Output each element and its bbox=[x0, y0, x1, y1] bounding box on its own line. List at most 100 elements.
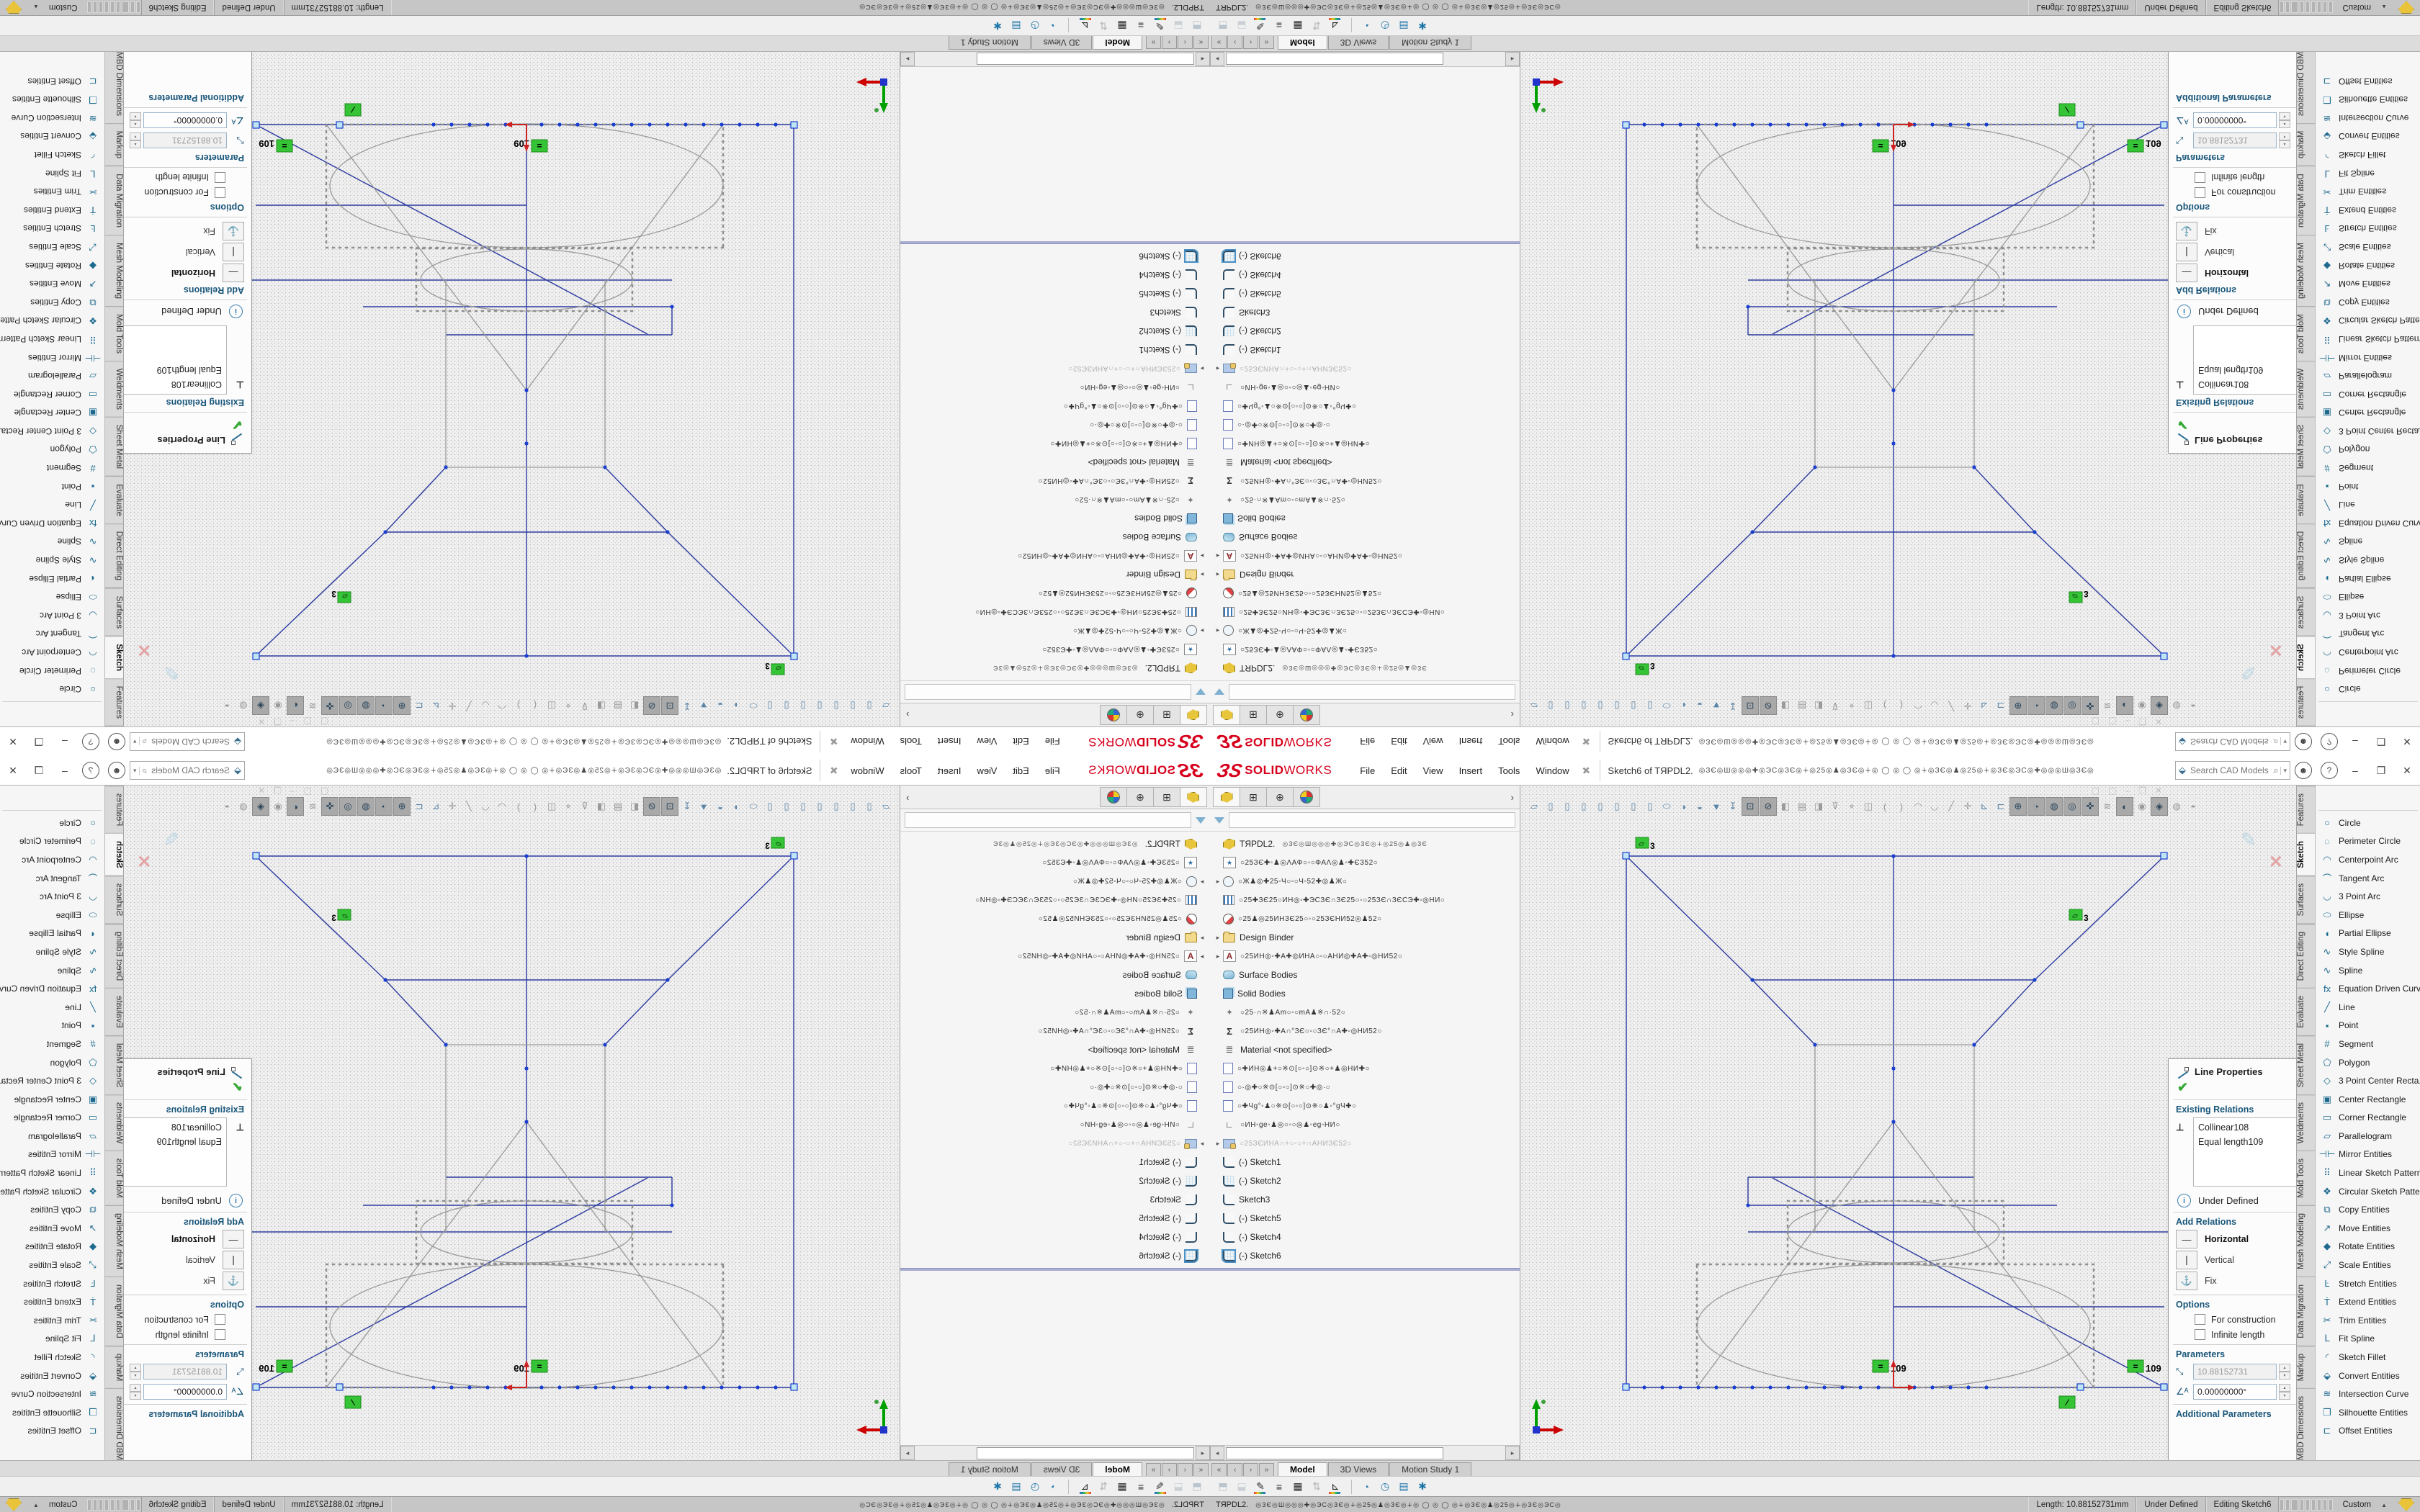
tool-polygon[interactable]: ⬠Polygon bbox=[0, 1053, 104, 1072]
toolbar-icon[interactable]: ⊾ bbox=[428, 798, 444, 815]
toolbar-icon[interactable]: ⊡ bbox=[1742, 696, 1759, 715]
toolbar-icon[interactable]: ▯ bbox=[1559, 697, 1575, 714]
tool-point[interactable]: ▪Point bbox=[2316, 1017, 2420, 1035]
toolbar-icon[interactable]: ╱ bbox=[1943, 697, 1959, 714]
command-tab-surfaces[interactable]: Surfaces bbox=[2297, 588, 2316, 636]
menu-tools[interactable]: Tools bbox=[892, 734, 930, 750]
tree-item[interactable]: ∟○ИН◦gе◦♟◎○◦○◎♟◦еg◦НИ○ bbox=[1210, 1115, 1520, 1134]
featuremanager-design-tree-tab[interactable] bbox=[1213, 705, 1240, 725]
tool-extend-entities[interactable]: ṪExtend Entities bbox=[2316, 201, 2420, 220]
checkbox-for-construction[interactable] bbox=[2195, 187, 2205, 198]
status-gem-icon[interactable] bbox=[6, 1, 22, 14]
tool-silhouette-entities[interactable]: ❒Silhouette Entities bbox=[2316, 90, 2420, 109]
tree-item[interactable]: (-) Sketch4 bbox=[1210, 266, 1520, 284]
tree-splitter[interactable] bbox=[1210, 1268, 1520, 1271]
tool-polygon[interactable]: ⬠Polygon bbox=[2316, 441, 2420, 459]
toolbar-icon[interactable]: ⊾ bbox=[1976, 697, 1992, 714]
toolbar-icon[interactable]: ⊕ bbox=[393, 696, 411, 715]
toolbar-icon[interactable]: ( bbox=[1877, 697, 1893, 714]
pin-icon[interactable]: ✚ bbox=[1579, 734, 1593, 750]
expand-arrow-icon[interactable]: ▸ bbox=[1213, 934, 1223, 942]
fm-expand-chevron-icon[interactable]: › bbox=[906, 792, 909, 803]
command-tab-data-migration[interactable]: Data Migration bbox=[104, 166, 123, 235]
command-tab-mold-tools[interactable]: Mold Tools bbox=[104, 306, 123, 361]
bottom-toolbar-icon[interactable]: ≡ bbox=[1132, 1479, 1150, 1495]
tool-offset-entities[interactable]: ⊏Offset Entities bbox=[0, 1422, 104, 1441]
tree-item[interactable]: ✦○25·∩※♟Am○◦○mA♟※∩·52○ bbox=[1210, 1003, 1520, 1022]
tree-splitter[interactable] bbox=[900, 1268, 1210, 1271]
bottom-toolbar-icon[interactable]: ◷ bbox=[1376, 1479, 1394, 1495]
spin-down-icon[interactable]: ▾ bbox=[2279, 1392, 2290, 1400]
bottom-toolbar-icon[interactable]: ⊾ bbox=[1327, 18, 1344, 34]
additional-parameters-header[interactable]: Additional Parameters ⌄ bbox=[2176, 1409, 2296, 1419]
toolbar-icon[interactable]: ↧ bbox=[1725, 697, 1741, 714]
search-input[interactable] bbox=[147, 765, 231, 776]
confirmation-corner-sketch-icon[interactable]: ✎ bbox=[163, 661, 179, 683]
parameter-input[interactable]: 10.88152731 bbox=[143, 132, 227, 148]
tool-spline[interactable]: ∿Spline bbox=[0, 533, 104, 552]
tree-filter-input[interactable] bbox=[1229, 812, 1515, 828]
bottom-toolbar-icon[interactable]: ◷ bbox=[1026, 18, 1044, 34]
tool-stretch-entities[interactable]: ĿStretch Entities bbox=[0, 1274, 104, 1293]
toolbar-icon[interactable]: ▤ bbox=[610, 798, 626, 815]
tool-partial-ellipse[interactable]: ◖Partial Ellipse bbox=[2316, 570, 2420, 588]
tool-parallelogram[interactable]: ▱Parallelogram bbox=[0, 1127, 104, 1146]
user-account-button[interactable]: ☻ bbox=[2295, 733, 2312, 750]
tree-item[interactable]: ≣Material <not specified> bbox=[900, 1040, 1210, 1059]
scroll-left-icon[interactable]: ◂ bbox=[1210, 52, 1224, 66]
parameter-input[interactable]: 10.88152731 bbox=[2193, 132, 2277, 148]
toolbar-icon[interactable]: ▱ bbox=[878, 697, 894, 714]
tab-nav-button[interactable]: « bbox=[1211, 35, 1227, 49]
tree-item[interactable]: Σ○25ИН◎◦✚Α∩°ЗЄ○◦○ЗЄ°∩Α✚◦◎НИ52○ bbox=[900, 1022, 1210, 1040]
toolbar-icon[interactable]: ⌖ bbox=[560, 798, 576, 815]
tree-item[interactable]: ★○25ЗЄ✚◦♟◎ΛΑΦ○◦○ΦΑΛ◎♟◦✚ЄЗ52○ bbox=[1210, 853, 1520, 872]
tool-corner-rectangle[interactable]: ▭Corner Rectangle bbox=[2316, 1109, 2420, 1128]
checkbox-infinite-length[interactable] bbox=[215, 172, 225, 183]
tree-item[interactable]: ○✚ИН◎♟+○※⊙[○◦○]⊙※○+♟◎НИ✚○ bbox=[900, 1059, 1210, 1078]
toolbar-icon[interactable]: ▼ bbox=[1708, 798, 1724, 815]
menu-edit[interactable]: Edit bbox=[1383, 762, 1415, 779]
tool-move-entities[interactable]: ↗Move Entities bbox=[2316, 274, 2420, 293]
tool-copy-entities[interactable]: ⧉Copy Entities bbox=[0, 1200, 104, 1219]
command-tab-direct-editing[interactable]: Direct Editing bbox=[2297, 523, 2316, 588]
tree-item[interactable]: Solid Bodies bbox=[900, 509, 1210, 528]
bottom-toolbar-icon[interactable]: ⇅ bbox=[1308, 18, 1325, 34]
property-manager-tab[interactable]: ⊕ bbox=[1126, 705, 1154, 725]
toolbar-icon[interactable]: ◧ bbox=[627, 697, 642, 714]
parameter-spinner[interactable]: ▴▾ bbox=[130, 112, 141, 128]
status-gem-icon[interactable] bbox=[6, 1498, 22, 1511]
help-button[interactable]: ? bbox=[2321, 762, 2338, 779]
bottom-toolbar-icon[interactable]: ◔ bbox=[1045, 18, 1062, 34]
tab-nav-button[interactable]: ‹ bbox=[1178, 35, 1193, 49]
search-icon[interactable]: ⌕ bbox=[142, 765, 147, 776]
toolbar-icon[interactable]: ≋ bbox=[2099, 798, 2115, 815]
toolbar-icon[interactable]: ◍ bbox=[2169, 798, 2184, 815]
tab-motion-study-1[interactable]: Motion Study 1 bbox=[949, 1462, 1031, 1477]
tool-rotate-entities[interactable]: ◆Rotate Entities bbox=[0, 256, 104, 275]
relation-entry[interactable]: Equal length109 bbox=[2198, 1135, 2296, 1149]
parameter-input[interactable]: 0.00000000° bbox=[143, 112, 227, 128]
toolbar-icon[interactable]: ≋ bbox=[305, 697, 321, 714]
tool-circular-sketch-pattern[interactable]: ❖Circular Sketch Pattern bbox=[2316, 1182, 2420, 1201]
tool-3-point-center-recta-[interactable]: ◇3 Point Center Recta... bbox=[0, 1071, 104, 1090]
expand-arrow-icon[interactable]: ▸ bbox=[1197, 365, 1207, 373]
menu-insert[interactable]: Insert bbox=[930, 762, 969, 779]
toolbar-icon[interactable]: ⊽ bbox=[577, 798, 593, 815]
spin-down-icon[interactable]: ▾ bbox=[2279, 112, 2290, 120]
parameter-input[interactable]: 0.00000000° bbox=[2193, 112, 2277, 128]
tool-perimeter-circle[interactable]: ◌Perimeter Circle bbox=[0, 832, 104, 851]
command-tab-mbd-dimensions[interactable]: MBD Dimensions bbox=[104, 44, 123, 124]
command-tab-data-migration[interactable]: Data Migration bbox=[2297, 166, 2316, 235]
tab-nav-button[interactable]: » bbox=[1146, 1463, 1161, 1477]
toolbar-icon[interactable]: ⊘ bbox=[643, 696, 660, 715]
scroll-right-icon[interactable]: ▸ bbox=[1505, 1446, 1520, 1460]
tool-fit-spline[interactable]: ⅬFit Spline bbox=[2316, 164, 2420, 183]
tool-circular-sketch-pattern[interactable]: ❖Circular Sketch Pattern bbox=[2316, 312, 2420, 330]
toolbar-icon[interactable]: ◡ bbox=[1927, 798, 1942, 815]
toolbar-icon[interactable]: ▯ bbox=[779, 798, 794, 815]
minimize-button[interactable]: – bbox=[2346, 736, 2365, 747]
search-dropdown-icon[interactable]: ▾ bbox=[2280, 767, 2287, 775]
toolbar-icon[interactable]: ▯ bbox=[845, 798, 861, 815]
toolbar-icon[interactable]: ▯ bbox=[1576, 697, 1592, 714]
toolbar-icon[interactable]: ▤ bbox=[610, 697, 626, 714]
